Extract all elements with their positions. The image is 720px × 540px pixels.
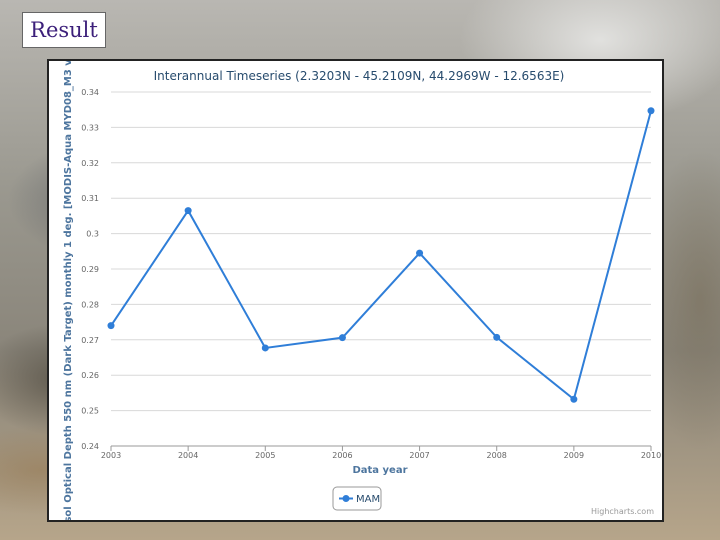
y-tick-label: 0.32	[81, 159, 99, 168]
legend-item-mam[interactable]: MAM	[356, 494, 380, 505]
data-point[interactable]	[647, 107, 655, 115]
x-tick-label: 2009	[564, 451, 584, 460]
data-point[interactable]	[493, 333, 501, 341]
data-point[interactable]	[261, 344, 269, 352]
legend[interactable]: MAM	[332, 486, 382, 511]
y-tick-label: 0.26	[81, 371, 99, 380]
x-tick-label: 2004	[178, 451, 198, 460]
x-tick-labels: 2003 2004 2005 2006 2007 2008 2009 2010	[101, 446, 661, 460]
y-tick-label: 0.24	[81, 442, 99, 451]
data-point[interactable]	[416, 249, 424, 257]
data-point[interactable]	[107, 322, 115, 330]
y-tick-labels: 0.24 0.25 0.26 0.27 0.28 0.29 0.3 0.31 0.32 0.33 0…	[81, 88, 99, 451]
data-point[interactable]	[338, 334, 346, 342]
x-tick-label: 2003	[101, 451, 121, 460]
x-tick-label: 2006	[332, 451, 352, 460]
y-tick-label: 0.28	[81, 300, 99, 309]
x-tick-label: 2008	[487, 451, 507, 460]
grid-lines	[111, 91, 651, 447]
line-chart: Interannual Timeseries (2.3203N - 45.210…	[63, 61, 661, 520]
legend-marker-icon	[342, 495, 350, 502]
x-tick-label: 2010	[641, 451, 661, 460]
result-label: Result	[22, 12, 106, 48]
data-point[interactable]	[184, 207, 192, 215]
y-tick-label: 0.29	[81, 265, 99, 274]
y-tick-label: 0.3	[86, 230, 99, 239]
chart-credit[interactable]: Highcharts.com	[591, 507, 654, 516]
y-tick-label: 0.25	[81, 407, 99, 416]
data-point[interactable]	[570, 395, 578, 403]
y-tick-label: 0.33	[81, 123, 99, 132]
data-points	[107, 107, 655, 403]
y-tick-label: 0.31	[81, 194, 99, 203]
y-tick-label: 0.34	[81, 88, 99, 97]
series-line-mam	[110, 110, 652, 402]
y-tick-label: 0.27	[81, 336, 99, 345]
x-tick-label: 2007	[409, 451, 429, 460]
x-tick-label: 2005	[255, 451, 275, 460]
chart-title: Interannual Timeseries (2.3203N - 45.210…	[154, 69, 565, 83]
chart-panel: Interannual Timeseries (2.3203N - 45.210…	[47, 59, 664, 522]
x-axis-label: Data year	[352, 465, 407, 476]
y-axis-label: Aerosol Optical Depth 550 nm (Dark Targe…	[63, 61, 74, 520]
